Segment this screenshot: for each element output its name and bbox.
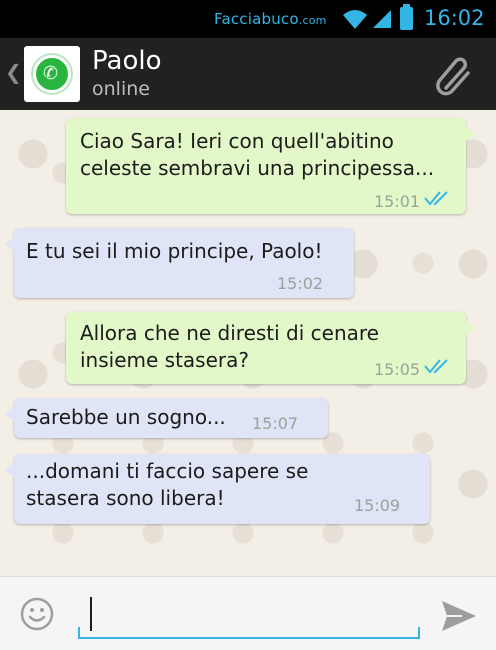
chevron-left-icon[interactable]: ❮	[5, 60, 22, 84]
chat-header[interactable]: ❮ ✆ Paolo online	[0, 38, 496, 110]
text-caret	[90, 597, 92, 631]
double-check-icon	[424, 191, 448, 206]
battery-icon	[400, 4, 413, 30]
wifi-icon	[343, 10, 367, 29]
message-bubble[interactable]: ...domani ti faccio sapere se stasera so…	[5, 454, 430, 524]
double-check-icon	[424, 359, 448, 374]
input-edge-right	[418, 627, 420, 639]
message-composer	[0, 576, 496, 650]
message-bubble[interactable]: Sarebbe un sogno... 15:07	[5, 398, 328, 438]
signal-icon	[373, 10, 391, 28]
message-text: Sarebbe un sogno...	[26, 405, 226, 429]
message-bubble[interactable]: Ciao Sara! Ieri con quell'abitino celest…	[66, 118, 475, 214]
paperclip-icon[interactable]	[432, 54, 476, 98]
send-arrow-icon[interactable]	[440, 599, 478, 633]
contact-name: Paolo	[92, 46, 162, 76]
smiley-icon[interactable]	[20, 597, 54, 631]
clock: 16:02	[424, 6, 485, 30]
phone-icon: ✆	[43, 63, 59, 84]
message-time: 15:05	[374, 360, 421, 379]
message-bubble[interactable]: Allora che ne diresti di cenare insieme …	[66, 312, 475, 384]
message-time: 15:01	[374, 192, 421, 211]
message-text: Allora che ne diresti di cenare insieme …	[80, 321, 379, 372]
message-bubble[interactable]: E tu sei il mio principe, Paolo! 15:02	[5, 228, 354, 298]
avatar[interactable]: ✆	[24, 46, 80, 102]
carrier-brand: Facciabuco.com	[214, 10, 327, 28]
message-text: E tu sei il mio principe, Paolo!	[26, 239, 323, 263]
status-bar: Facciabuco.com 16:02	[0, 0, 496, 38]
contact-status: online	[92, 78, 150, 100]
message-time: 15:07	[252, 414, 299, 433]
message-text: Ciao Sara! Ieri con quell'abitino celest…	[80, 129, 435, 180]
input-edge-left	[78, 627, 80, 639]
message-list[interactable]: Ciao Sara! Ieri con quell'abitino celest…	[0, 110, 496, 576]
message-input[interactable]	[78, 595, 420, 639]
message-time: 15:02	[277, 274, 324, 293]
message-time: 15:09	[354, 496, 401, 515]
message-text: ...domani ti faccio sapere se stasera so…	[26, 459, 309, 510]
